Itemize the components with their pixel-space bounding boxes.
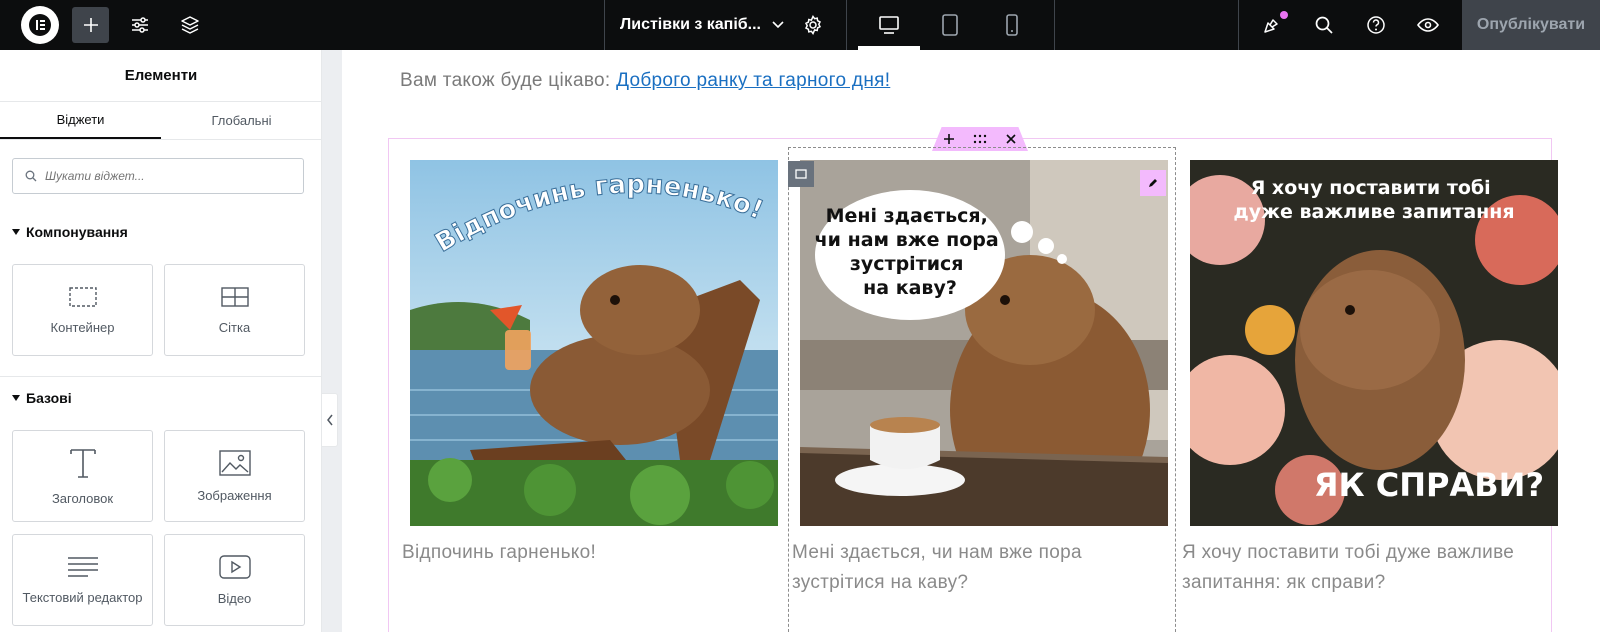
capybara-flowers-image: Я хочу поставити тобі дуже важливе запит… xyxy=(1190,160,1558,526)
widget-label: Сітка xyxy=(218,319,251,335)
column-icon xyxy=(795,169,807,179)
add-element-button[interactable] xyxy=(72,7,109,43)
search-icon xyxy=(25,170,37,182)
drag-handle-icon[interactable] xyxy=(973,134,987,144)
card-image-coffee[interactable]: Мені здається, чи нам вже пора зустрітис… xyxy=(800,160,1168,526)
category-label: Базові xyxy=(26,390,72,406)
widget-label: Заголовок xyxy=(51,490,114,506)
grid-icon xyxy=(220,286,249,307)
desktop-icon xyxy=(879,16,899,34)
widget-label: Текстовий редактор xyxy=(22,589,143,605)
page-title-dropdown[interactable]: Листівки з капіб... xyxy=(620,0,785,50)
notification-dot xyxy=(1280,11,1288,19)
widget-heading[interactable]: Заголовок xyxy=(12,430,153,522)
desktop-view-button[interactable] xyxy=(858,0,920,50)
text-editor-icon xyxy=(67,556,98,577)
top-bar: Листівки з капіб... Опублікувати xyxy=(0,0,1600,50)
preview-button[interactable] xyxy=(1410,0,1446,50)
mobile-icon xyxy=(1006,14,1018,36)
collapse-panel-button[interactable] xyxy=(322,393,338,447)
whats-new-icon xyxy=(1264,19,1278,33)
card-caption-relax: Відпочинь гарненько! xyxy=(402,542,597,563)
help-button[interactable] xyxy=(1358,0,1394,50)
column-handle[interactable] xyxy=(788,161,814,187)
category-basic-toggle[interactable]: Базові xyxy=(12,390,72,406)
chevron-down-icon xyxy=(772,21,784,29)
capybara-lounger-image: Відпочинь гарненько! xyxy=(410,160,778,526)
layers-icon xyxy=(181,16,199,34)
widget-video[interactable]: Відео xyxy=(164,534,305,626)
finder-button[interactable] xyxy=(1306,0,1342,50)
video-icon xyxy=(218,554,251,579)
widget-container[interactable]: Контейнер xyxy=(12,264,153,356)
tablet-icon xyxy=(942,14,958,36)
close-icon[interactable] xyxy=(1005,133,1017,145)
elementor-logo-icon[interactable] xyxy=(21,6,59,44)
eye-icon xyxy=(1417,18,1439,32)
heading-icon xyxy=(69,448,96,478)
widget-label: Зображення xyxy=(197,487,272,503)
tab-widgets[interactable]: Віджети xyxy=(0,102,161,139)
widget-image[interactable]: Зображення xyxy=(164,430,305,522)
widget-search[interactable] xyxy=(12,158,304,194)
elements-panel: Елементи Віджети Глобальні Компонування … xyxy=(0,50,322,632)
sliders-icon xyxy=(132,17,148,33)
category-label: Компонування xyxy=(26,224,128,240)
tab-globals[interactable]: Глобальні xyxy=(161,102,322,139)
pencil-icon xyxy=(1149,179,1157,187)
capybara-coffee-image: Мені здається, чи нам вже пора зустрітис… xyxy=(800,160,1168,526)
help-icon xyxy=(1367,16,1385,34)
widget-search-input[interactable] xyxy=(45,169,285,183)
page-settings-button[interactable] xyxy=(796,0,830,50)
image-caption-bottom: ЯК СПРАВИ? xyxy=(1314,466,1544,504)
panel-title: Елементи xyxy=(0,50,322,102)
related-post-link[interactable]: Доброго ранку та гарного дня! xyxy=(616,70,890,91)
panel-tabs: Віджети Глобальні xyxy=(0,102,322,140)
structure-button[interactable] xyxy=(172,0,208,50)
whats-new-button[interactable] xyxy=(1254,0,1290,50)
card-image-relax[interactable]: Відпочинь гарненько! xyxy=(410,160,778,526)
panel-gutter xyxy=(322,50,342,632)
search-icon xyxy=(1315,16,1333,34)
related-prefix: Вам також буде цікаво: xyxy=(400,70,617,91)
editor-canvas: Вам також буде цікаво: Доброго ранку та … xyxy=(342,50,1600,632)
gear-icon xyxy=(804,15,822,35)
widget-text-editor[interactable]: Текстовий редактор xyxy=(12,534,153,626)
widget-label: Контейнер xyxy=(50,319,115,335)
chevron-left-icon xyxy=(326,414,333,426)
caret-down-icon xyxy=(12,229,20,235)
caret-down-icon xyxy=(12,395,20,401)
category-layout-toggle[interactable]: Компонування xyxy=(12,224,128,240)
card-caption-question: Я хочу поставити тобі дуже важливе запит… xyxy=(1182,542,1515,593)
widget-label: Відео xyxy=(217,590,252,606)
site-settings-button[interactable] xyxy=(122,0,158,50)
publish-button[interactable]: Опублікувати xyxy=(1462,0,1600,50)
mobile-view-button[interactable] xyxy=(992,0,1032,50)
image-icon xyxy=(218,449,251,476)
container-icon xyxy=(68,286,97,307)
page-title: Листівки з капіб... xyxy=(620,16,761,33)
card-image-question[interactable]: Я хочу поставити тобі дуже важливе запит… xyxy=(1190,160,1558,526)
plus-icon xyxy=(83,18,98,32)
widget-grid[interactable]: Сітка xyxy=(164,264,305,356)
related-post-line: Вам також буде цікаво: Доброго ранку та … xyxy=(400,70,890,92)
tablet-view-button[interactable] xyxy=(930,0,970,50)
plus-icon[interactable] xyxy=(943,133,955,145)
edit-widget-button[interactable] xyxy=(1140,170,1166,196)
card-caption-coffee: Мені здається, чи нам вже пора зустрітис… xyxy=(792,542,1082,593)
